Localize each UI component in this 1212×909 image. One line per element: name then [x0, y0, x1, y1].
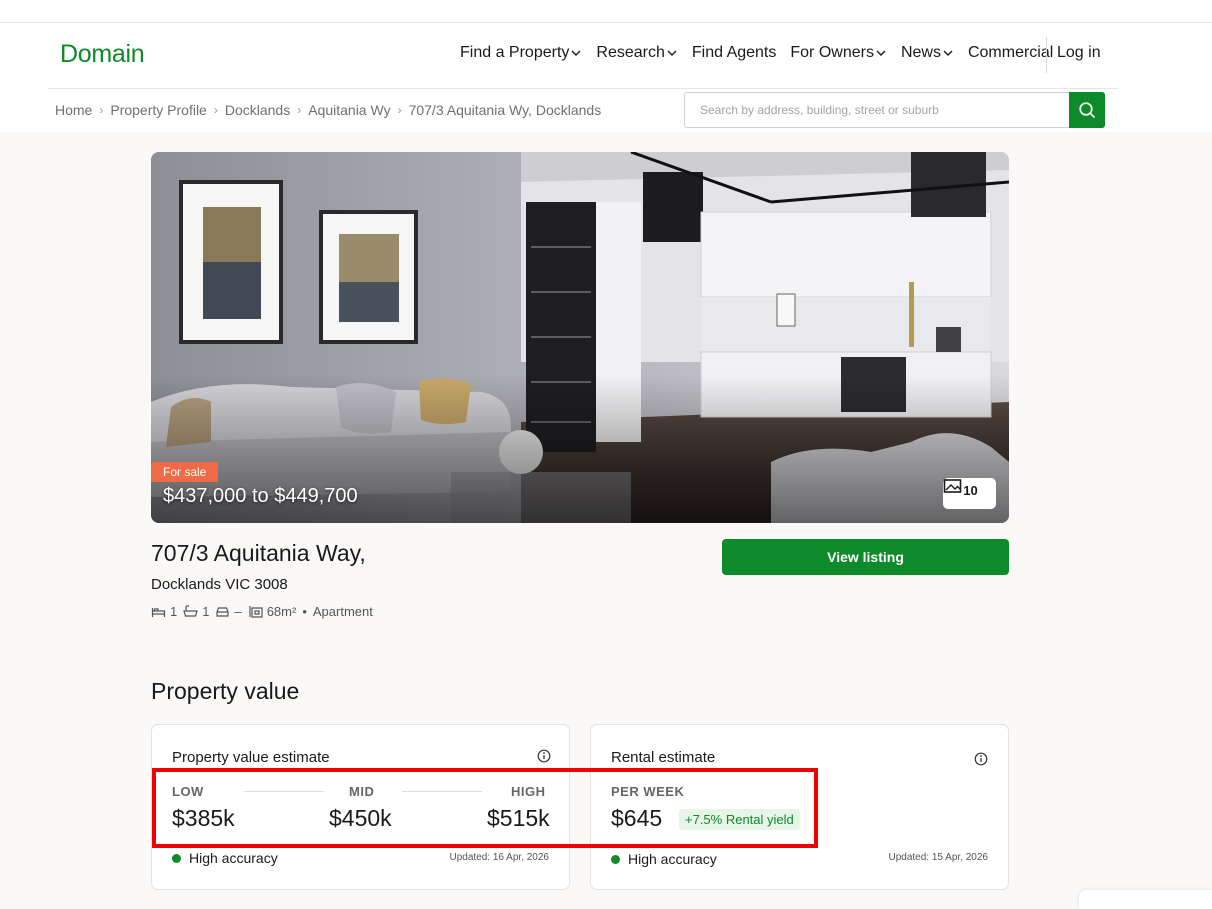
- photo-count-value: 10: [963, 483, 978, 498]
- hero-photo[interactable]: For sale $437,000 to $449,700 10: [151, 152, 1009, 523]
- beds-feature: 1: [151, 604, 177, 619]
- for-sale-badge: For sale: [151, 462, 219, 482]
- card-title: Rental estimate: [611, 749, 716, 766]
- land-size-icon: [249, 606, 263, 618]
- land-size-value: 68m²: [266, 604, 297, 619]
- breadcrumb-home[interactable]: Home: [55, 102, 92, 118]
- nav-underline: [48, 88, 1118, 89]
- nav-label: For Owners: [790, 44, 874, 61]
- chevron-down-icon: [571, 50, 581, 56]
- property-features: 1 1 – 68m² • Apartment: [151, 604, 379, 619]
- nav-research[interactable]: Research: [596, 44, 677, 62]
- parking-feature: –: [215, 604, 242, 619]
- breadcrumb-property-profile[interactable]: Property Profile: [110, 102, 206, 118]
- domain-logo[interactable]: Domain: [60, 40, 145, 69]
- breadcrumb-current: 707/3 Aquitania Wy, Docklands: [408, 102, 602, 118]
- bullet-separator: •: [302, 604, 307, 619]
- accuracy-indicator: High accuracy: [611, 851, 717, 867]
- accuracy-text: High accuracy: [628, 851, 717, 867]
- chevron-right-icon: ›: [213, 103, 218, 117]
- accuracy-text: High accuracy: [189, 850, 278, 866]
- nav-label: Find Agents: [691, 44, 777, 61]
- address-line-2: Docklands VIC 3008: [151, 576, 288, 593]
- bath-icon: [183, 605, 199, 617]
- address-line-1: 707/3 Aquitania Way,: [151, 540, 366, 566]
- nav-news[interactable]: News: [901, 44, 954, 62]
- floating-widget[interactable]: [1079, 890, 1212, 909]
- nav-find-a-property[interactable]: Find a Property: [460, 44, 582, 62]
- apartment-interior-image: [151, 152, 1009, 523]
- top-header: Domain Find a Property Research Find Age…: [0, 0, 1212, 132]
- main-nav: Find a Property Research Find Agents For…: [460, 44, 1067, 62]
- nav-label: Research: [596, 44, 665, 61]
- chevron-down-icon: [876, 50, 886, 56]
- card-title: Property value estimate: [172, 749, 330, 766]
- accuracy-dot: [611, 854, 620, 864]
- car-icon: [216, 606, 230, 617]
- login-link[interactable]: Log in: [1057, 44, 1101, 62]
- chevron-right-icon: ›: [297, 103, 302, 117]
- land-size-feature: 68m²: [248, 604, 297, 619]
- photo-gallery-button[interactable]: 10: [943, 478, 996, 509]
- nav-commercial[interactable]: Commercial: [968, 44, 1053, 62]
- property-type: Apartment: [312, 604, 373, 619]
- parking-count: –: [234, 604, 242, 619]
- highlight-box: [152, 768, 818, 848]
- nav-label: Find a Property: [460, 44, 570, 61]
- chevron-down-icon: [943, 50, 953, 56]
- accuracy-indicator: High accuracy: [172, 850, 278, 866]
- baths-count: 1: [202, 604, 210, 619]
- nav-divider: [1046, 37, 1047, 73]
- nav-label: News: [900, 44, 941, 61]
- view-listing-button[interactable]: View listing: [722, 539, 1009, 575]
- beds-count: 1: [170, 604, 178, 619]
- nav-find-agents[interactable]: Find Agents: [692, 44, 777, 62]
- breadcrumb-street[interactable]: Aquitania Wy: [308, 102, 390, 118]
- updated-date: Updated: 16 Apr, 2026: [449, 852, 549, 863]
- bed-icon: [151, 607, 166, 617]
- chevron-down-icon: [667, 50, 677, 56]
- chevron-right-icon: ›: [397, 103, 402, 117]
- image-icon: [943, 479, 962, 493]
- search-input[interactable]: [684, 92, 1070, 128]
- nav-for-owners[interactable]: For Owners: [790, 44, 887, 62]
- chevron-right-icon: ›: [99, 103, 104, 117]
- top-divider: [0, 22, 1212, 23]
- info-icon[interactable]: [974, 752, 988, 766]
- info-icon[interactable]: [537, 749, 551, 763]
- breadcrumb: Home › Property Profile › Docklands › Aq…: [55, 102, 601, 118]
- price-range: $437,000 to $449,700: [163, 485, 358, 507]
- accuracy-dot: [172, 853, 181, 863]
- breadcrumb-suburb[interactable]: Docklands: [225, 102, 290, 118]
- updated-date: Updated: 15 Apr, 2026: [888, 852, 988, 863]
- search-icon: [1079, 102, 1095, 118]
- nav-label: Commercial: [967, 44, 1054, 61]
- baths-feature: 1: [183, 604, 209, 619]
- search-button[interactable]: [1069, 92, 1105, 128]
- property-value-heading: Property value: [151, 678, 300, 704]
